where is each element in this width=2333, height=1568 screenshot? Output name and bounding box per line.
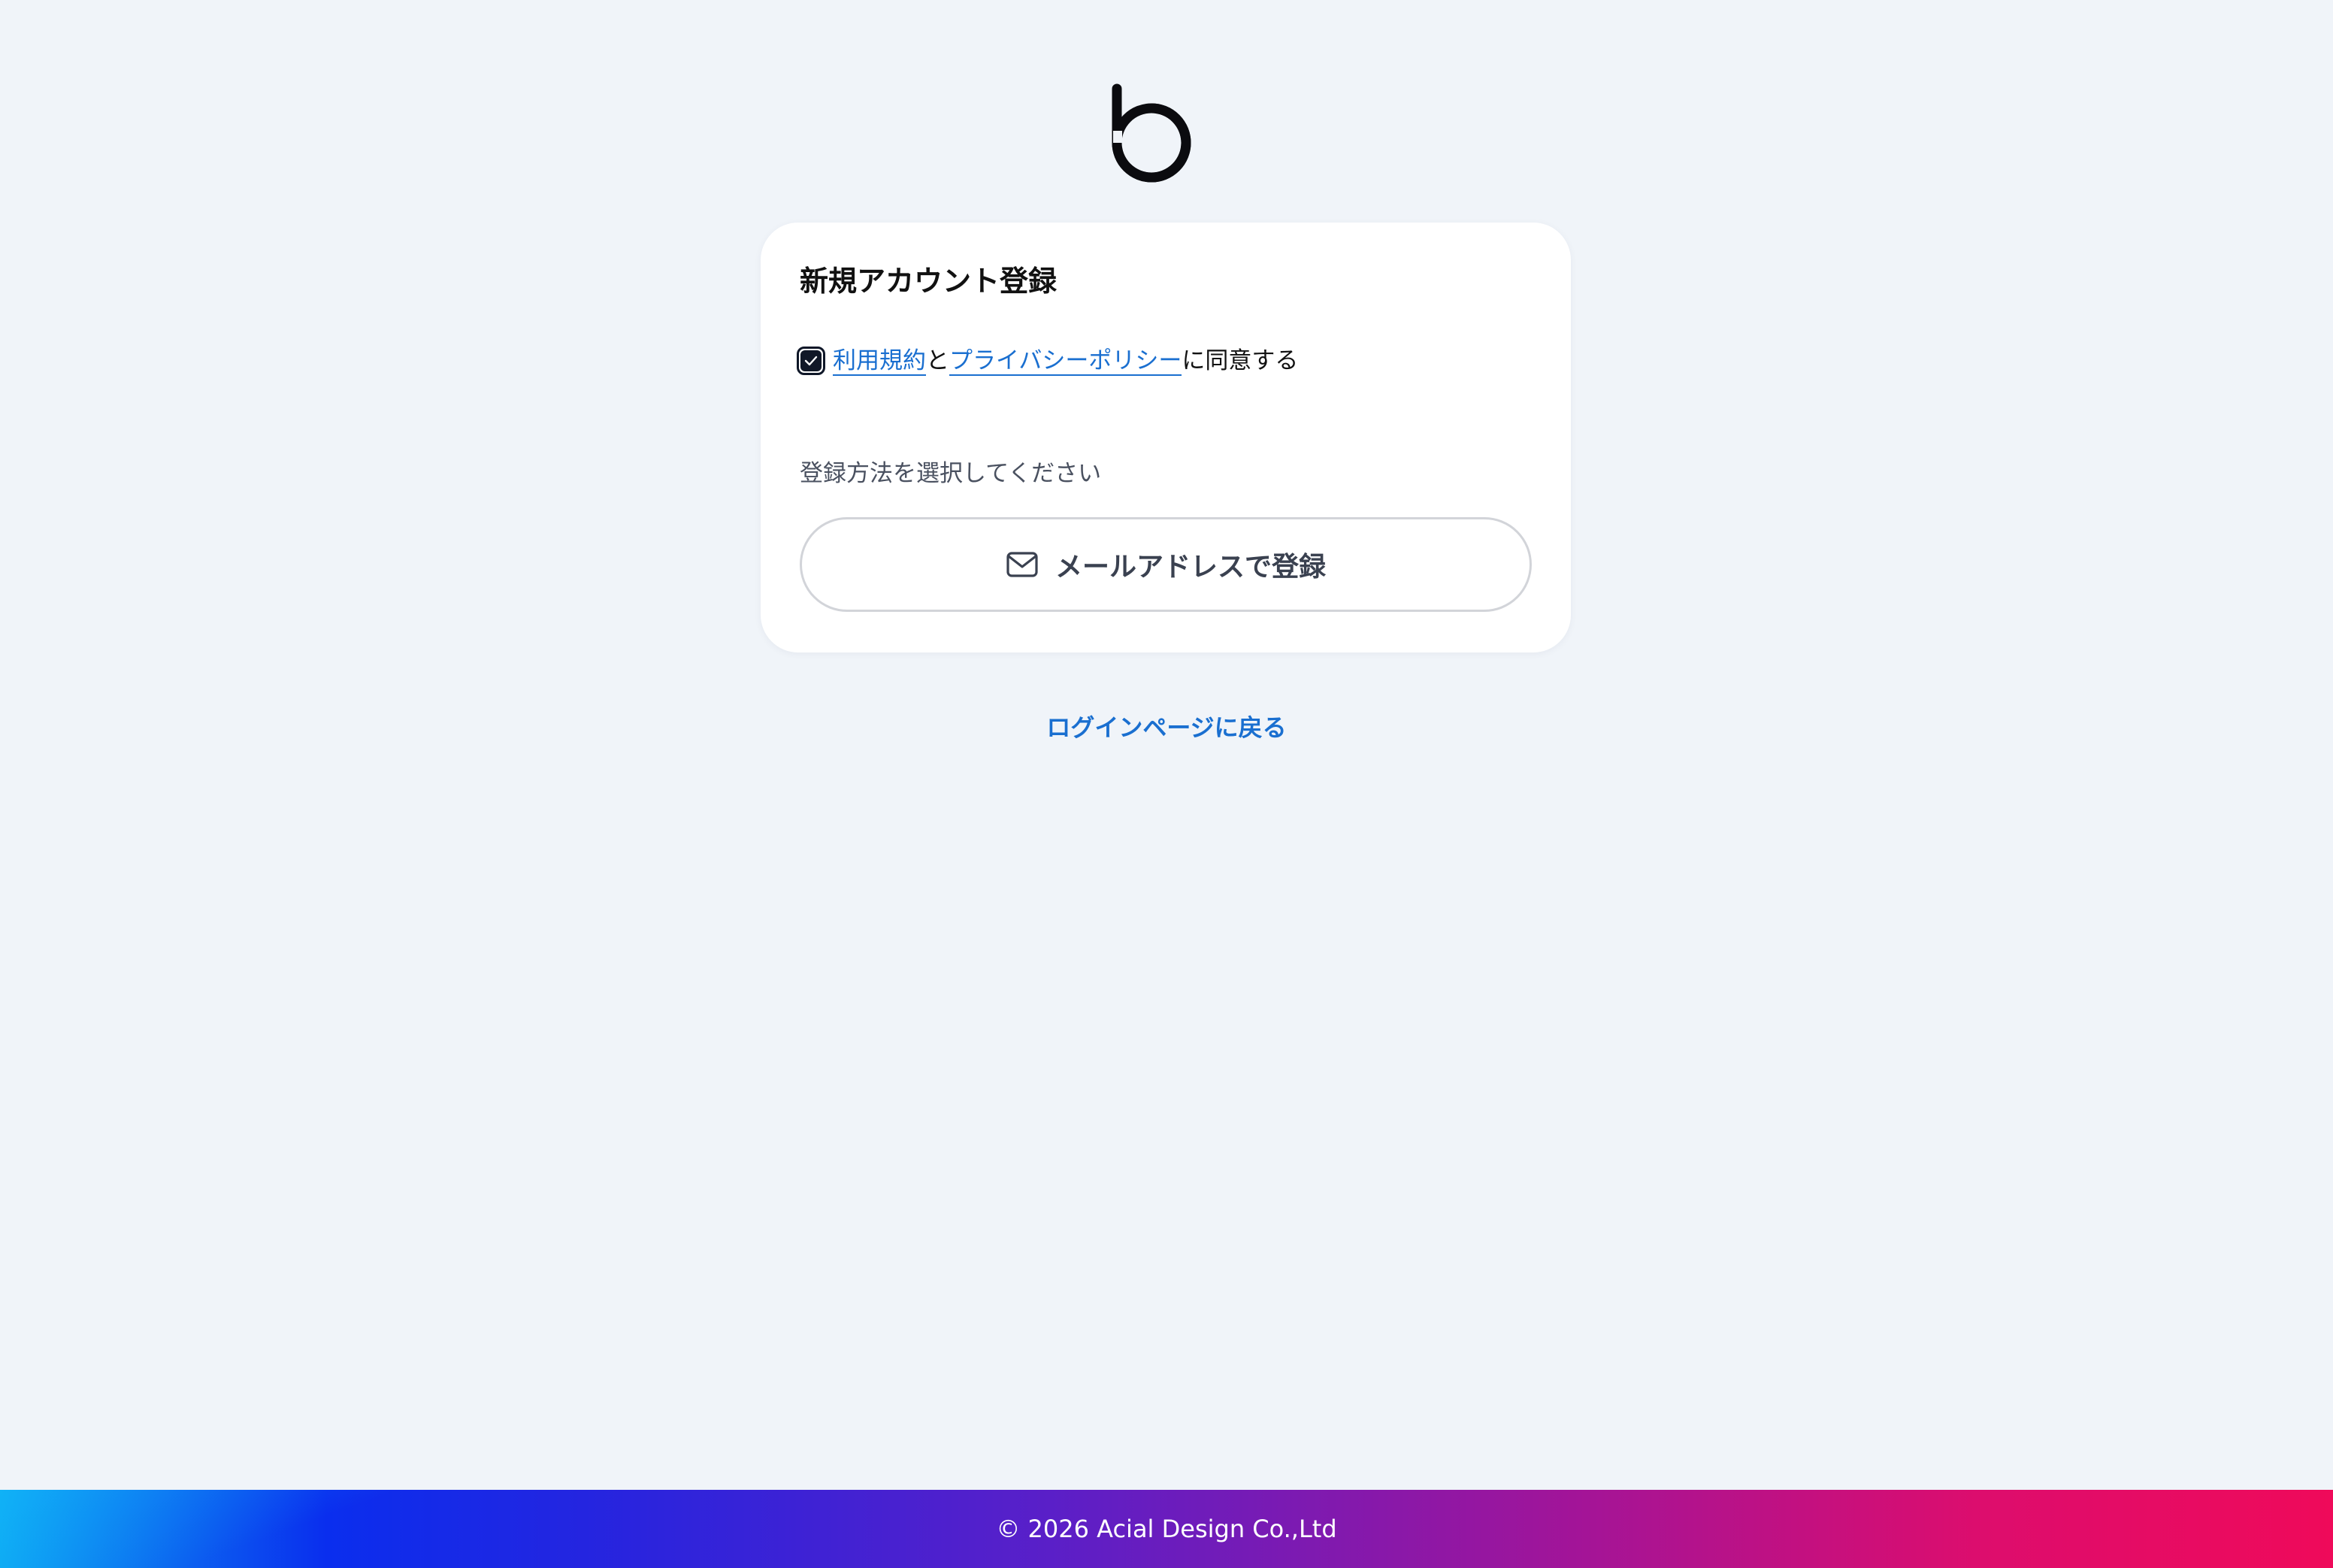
agreement-connector: と — [926, 347, 949, 374]
terms-link[interactable]: 利用規約 — [833, 347, 926, 376]
brand-logo — [1112, 63, 1219, 183]
mail-icon — [1006, 552, 1038, 577]
back-to-login-link[interactable]: ログインページに戻る — [1046, 713, 1286, 742]
email-register-button[interactable]: メールアドレスで登録 — [800, 517, 1532, 612]
email-register-label: メールアドレスで登録 — [1055, 552, 1326, 583]
checkbox-checked-indicator — [800, 350, 822, 371]
card-title: 新規アカウント登録 — [800, 265, 1058, 298]
privacy-policy-link[interactable]: プライバシーポリシー — [949, 347, 1182, 376]
copyright-text: © 2026 Acial Design Co.,Ltd — [996, 1515, 1337, 1543]
checkmark-icon — [804, 356, 818, 366]
agreement-text: 利用規約とプライバシーポリシーに同意する — [833, 346, 1298, 376]
back-to-login-container: ログインページに戻る — [0, 710, 2333, 746]
method-label: 登録方法を選択してください — [800, 460, 1102, 487]
agreement-checkbox[interactable] — [797, 347, 825, 375]
signup-page: 新規アカウント登録 利用規約とプライバシーポリシーに同意する 登録方法を選択して… — [0, 0, 2333, 1568]
footer: © 2026 Acial Design Co.,Ltd — [0, 1490, 2333, 1568]
agreement-suffix: に同意する — [1182, 347, 1299, 374]
signup-card: 新規アカウント登録 利用規約とプライバシーポリシーに同意する 登録方法を選択して… — [761, 222, 1571, 652]
agreement-row: 利用規約とプライバシーポリシーに同意する — [797, 343, 1298, 379]
